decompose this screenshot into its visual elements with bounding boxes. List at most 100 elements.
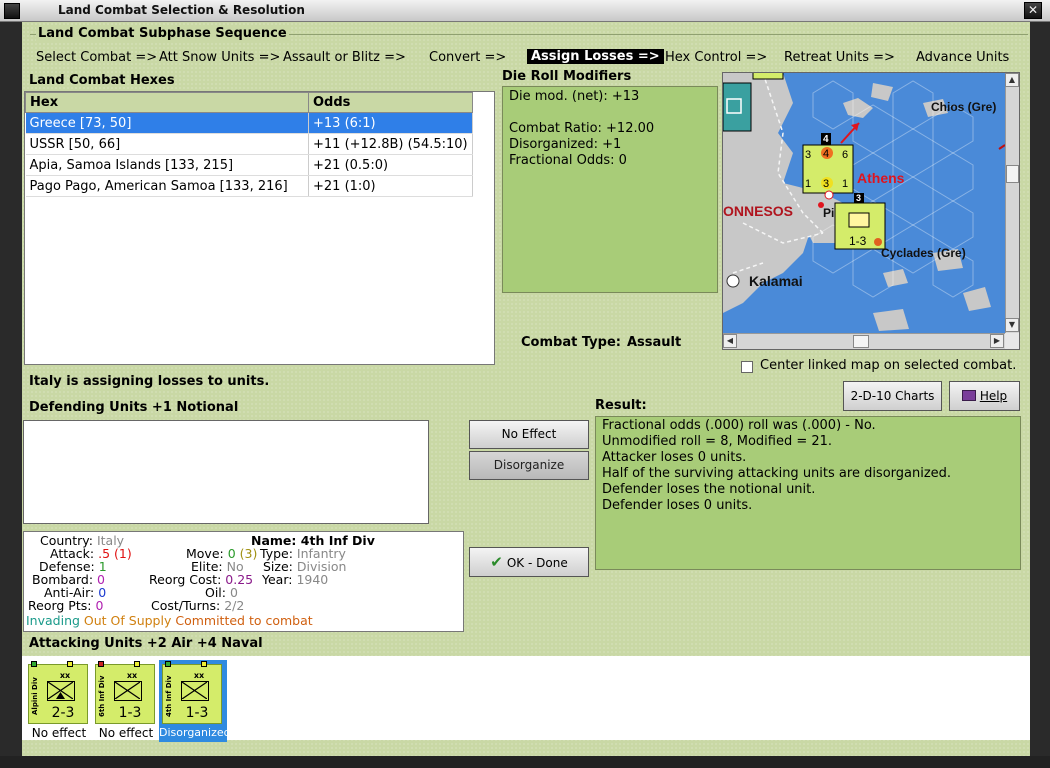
unit-counter: Alpini Div xx 2-3 [28, 661, 88, 724]
odds-cell: +21 (0.5:0) [308, 154, 473, 176]
scroll-left-icon[interactable]: ◀ [723, 334, 737, 348]
subphase-title: Land Combat Subphase Sequence [36, 26, 289, 41]
help-book-icon [961, 390, 976, 401]
scroll-up-icon[interactable]: ▲ [1005, 73, 1019, 87]
die-roll-panel: Die mod. (net): +13 Combat Ratio: +12.00… [502, 86, 718, 293]
attacking-unit-6th-inf[interactable]: 6th Inf Div xx 1-3 No effect [92, 660, 160, 742]
unit-type-label: Alpini Div [31, 677, 39, 715]
die-mod-spacer [509, 105, 711, 121]
table-row[interactable]: Pago Pago, American Samoa [133, 216] +21… [25, 175, 473, 197]
unit-size: xx [193, 671, 205, 680]
charts-button[interactable]: 2-D-10 Charts [843, 381, 942, 411]
phase-retreat-units: Retreat Units => [784, 50, 895, 65]
unit-counter: 4th Inf Div xx 1-3 [162, 661, 222, 724]
scroll-down-icon[interactable]: ▼ [1005, 318, 1019, 332]
stack-left-value: 3 [805, 149, 811, 161]
defending-units-list[interactable] [23, 420, 429, 524]
unit-size: xx [59, 671, 71, 680]
flag-committed: Committed to combat [175, 613, 313, 628]
cost-turns-value: 2/2 [224, 598, 245, 613]
attacking-unit-alpini[interactable]: Alpini Div xx 2-3 No effect [25, 660, 93, 742]
unit-status: Disorganized [159, 726, 231, 739]
attacking-unit-4th-inf[interactable]: 4th Inf Div xx 1-3 Disorganized [159, 660, 231, 742]
vertical-scroll-thumb[interactable] [1006, 165, 1019, 183]
close-button[interactable]: ✕ [1024, 2, 1042, 19]
disorganize-button[interactable]: Disorganize [469, 451, 589, 480]
status-message: Italy is assigning losses to units. [29, 374, 270, 389]
map-vertical-scrollbar[interactable]: ▲ ▼ [1005, 73, 1019, 333]
table-row[interactable]: USSR [50, 66] +11 (+12.8B) (54.5:10) [25, 133, 473, 155]
stack-mid-value: 4 [823, 148, 829, 160]
stack-bottom-left-value: 1 [805, 178, 811, 190]
combat-type-value: Assault [626, 335, 682, 350]
hex-cell: USSR [50, 66] [25, 133, 309, 155]
result-label: Result: [595, 398, 647, 413]
status-dot-green [165, 661, 171, 667]
phase-assign-losses: Assign Losses => [527, 49, 664, 64]
no-effect-button[interactable]: No Effect [469, 420, 589, 449]
phase-advance-units: Advance Units [916, 50, 1010, 65]
unit-strength: 2-3 [51, 705, 75, 721]
map-horizontal-scrollbar[interactable]: ◀ ▶ [723, 333, 1005, 349]
result-line: Fractional odds (.000) roll was (.000) -… [602, 418, 876, 433]
ok-done-button[interactable]: ✔ OK - Done [469, 547, 589, 577]
unit-type-label: 4th Inf Div [165, 675, 173, 717]
result-line: Attacker loses 0 units. [602, 450, 747, 465]
linked-map[interactable]: Chios (Gre) Athens ONNESOS Kalamai Cycla… [722, 72, 1020, 350]
unit-strength-text: 1-3 [849, 234, 867, 248]
hexes-label: Land Combat Hexes [29, 73, 175, 88]
map-label-peloponnesos: ONNESOS [723, 203, 793, 219]
table-row[interactable]: Greece [73, 50] +13 (6:1) [25, 112, 473, 134]
result-line: Defender loses 0 units. [602, 498, 753, 513]
odds-cell: +13 (6:1) [308, 112, 473, 134]
help-label: Help [979, 389, 1008, 403]
unit-details-panel: Country: Italy Name: 4th Inf Div Attack:… [23, 531, 464, 632]
flag-out-of-supply: Out Of Supply [83, 613, 172, 628]
unit-strength: 1-3 [185, 705, 209, 721]
unit-status: No effect [98, 726, 154, 740]
stack-bottom-right-value: 1 [842, 178, 848, 190]
stack-right-value: 6 [842, 149, 848, 161]
scroll-right-icon[interactable]: ▶ [990, 334, 1004, 348]
map-label-chios: Chios (Gre) [931, 100, 996, 114]
status-dot-yellow [134, 661, 140, 667]
frame-right-edge [1030, 22, 1050, 756]
window-title: Land Combat Selection & Resolution [58, 3, 305, 17]
odds-cell: +21 (1:0) [308, 175, 473, 197]
frame-left-edge [0, 22, 22, 756]
horizontal-scroll-thumb[interactable] [853, 335, 869, 348]
phase-convert: Convert => [429, 50, 507, 65]
phase-att-snow-units: Att Snow Units => [159, 50, 281, 65]
help-button[interactable]: Help [949, 381, 1020, 411]
die-mod-disorganized: Disorganized: +1 [509, 137, 622, 152]
port-marker [726, 274, 740, 288]
hex-cell: Apia, Samoa Islands [133, 215] [25, 154, 309, 176]
checkmark-icon: ✔ [490, 553, 503, 571]
map-label-cyclades: Cyclades (Gre) [881, 246, 966, 260]
center-map-checkbox[interactable] [741, 361, 753, 373]
hexes-table-container[interactable]: Hex Odds Greece [73, 50] +13 (6:1) USSR … [24, 91, 495, 365]
column-header-odds[interactable]: Odds [308, 92, 473, 113]
phase-assault-or-blitz: Assault or Blitz => [283, 50, 406, 65]
title-bar[interactable]: Land Combat Selection & Resolution ✕ [0, 0, 1050, 22]
column-header-hex[interactable]: Hex [25, 92, 309, 113]
ok-done-label: OK - Done [506, 556, 568, 570]
island [873, 309, 909, 331]
defending-label: Defending Units +1 Notional [29, 400, 239, 415]
window-frame: Land Combat Selection & Resolution ✕ Lan… [0, 0, 1050, 768]
map-viewport[interactable]: Chios (Gre) Athens ONNESOS Kalamai Cycla… [723, 73, 1005, 333]
die-mod-net: Die mod. (net): +13 [509, 89, 640, 104]
center-map-label: Center linked map on selected combat. [760, 358, 1017, 373]
result-panel: Fractional odds (.000) roll was (.000) -… [595, 416, 1021, 570]
hex-cell: Pago Pago, American Samoa [133, 216] [25, 175, 309, 197]
unit-symbol [848, 212, 870, 228]
year-value: 1940 [296, 572, 329, 587]
unit-strength: 1-3 [118, 705, 142, 721]
phase-select-combat: Select Combat => [36, 50, 158, 65]
map-label-kalamai: Kalamai [749, 273, 803, 289]
map-label-athens: Athens [857, 170, 905, 186]
infantry-icon [181, 681, 209, 701]
unit-size: xx [126, 671, 138, 680]
table-row[interactable]: Apia, Samoa Islands [133, 215] +21 (0.5:… [25, 154, 473, 176]
odds-cell: +11 (+12.8B) (54.5:10) [308, 133, 473, 155]
